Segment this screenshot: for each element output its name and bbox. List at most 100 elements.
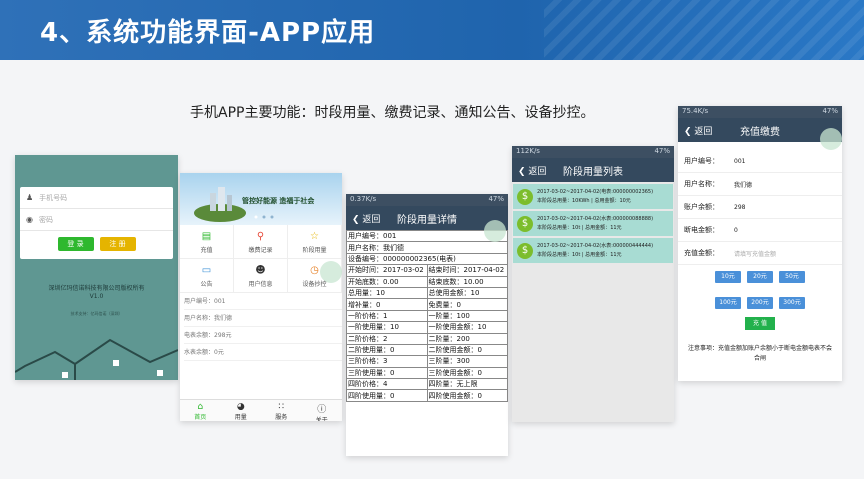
tab-bar: ⌂ 首页 ◕ 用量 ∷ 服务 ⓘ 关于 <box>180 399 342 421</box>
grid-item-stage-usage[interactable]: ☆ 阶段用量 <box>288 225 342 259</box>
table-cell: 一阶使用量：10 <box>346 321 428 334</box>
version-text: V1.0 <box>89 293 104 300</box>
amount-10-button[interactable]: 10元 <box>715 271 741 283</box>
notice-text: 注意事项：充值金额加账户余额小于断电金额电表不会合闸 <box>688 345 833 362</box>
home-banner: 管控好能源 造福于社会 <box>180 173 342 225</box>
amount-options-row-2: 100元 200元 300元 <box>678 297 842 309</box>
table-cell: 总用量：10 <box>346 286 428 300</box>
tab-home[interactable]: ⌂ 首页 <box>180 400 221 421</box>
table-cell: 增补量：0 <box>346 298 428 311</box>
slide-title: 4、系统功能界面-APP应用 <box>40 18 376 48</box>
login-screen: ♟ 手机号码 ◉ 密码 登 录 注 册 深圳亿玛信诺科技有限公司版权所有 V1.… <box>15 155 178 380</box>
table-cell: 三阶价格：3 <box>346 355 428 368</box>
amount-50-button[interactable]: 50元 <box>779 271 805 283</box>
search-icon: ⚲ <box>256 231 265 242</box>
phone-field[interactable]: ♟ 手机号码 <box>20 187 173 209</box>
table-row: 四阶使用量：0 四阶使用金额：0 <box>346 389 508 402</box>
password-field[interactable]: ◉ 密码 <box>20 209 173 231</box>
slide-header: 4、系统功能界面-APP应用 <box>0 0 864 60</box>
usage-detail-table: 用户编号：001 用户名称：我们德 设备编号：000000002365(电表) 开始时… <box>346 229 508 402</box>
table-cell: 开始底数：0.00 <box>346 275 428 288</box>
chart-icon: ◕ <box>236 402 245 412</box>
login-button[interactable]: 登 录 <box>57 237 94 251</box>
grid-item-user-info[interactable]: ☻ 用户信息 <box>234 259 288 293</box>
table-row: 三阶使用量：0 三阶使用金额：0 <box>346 366 508 380</box>
back-button[interactable]: ❮ 返回 <box>352 212 380 225</box>
user-no-text: 用户编号：001 <box>184 293 342 310</box>
copyright-text: 深圳亿玛信诺科技有限公司版权所有 <box>48 285 145 292</box>
chevron-left-icon: ❮ <box>518 166 526 177</box>
table-cell: 二阶价格：2 <box>346 332 428 345</box>
amount-options-row-1: 10元 20元 50元 <box>678 271 842 283</box>
table-row: 四阶价格：4 四阶量：无上限 <box>346 378 508 391</box>
amount-300-button[interactable]: 300元 <box>779 297 805 309</box>
grid-item-notice[interactable]: ▭ 公告 <box>180 259 234 293</box>
houses-illustration <box>15 338 178 380</box>
chevron-left-icon: ❮ <box>352 214 360 225</box>
table-cell: 一阶价格：1 <box>346 309 428 323</box>
amount-200-button[interactable]: 200元 <box>747 297 773 309</box>
list-item[interactable]: $ 2017-03-02~2017-04-02(水表:000000444444)… <box>513 238 673 263</box>
user-icon: ☻ <box>255 265 266 276</box>
grid-icon: ∷ <box>278 402 285 412</box>
amount-input[interactable]: 请填写充值金额 <box>734 249 776 258</box>
user-no-row: 用户编号： 001 <box>678 150 842 173</box>
login-form: ♟ 手机号码 ◉ 密码 登 录 注 册 <box>20 187 173 259</box>
table-row: 一阶价格：1 一阶量：100 <box>346 309 508 323</box>
table-row: 设备编号：000000002365(电表) <box>346 252 508 266</box>
table-cell: 总使用金额：10 <box>426 286 508 300</box>
electric-balance-text: 电表余额：298元 <box>184 327 342 344</box>
back-button[interactable]: ❮ 返回 <box>518 164 546 177</box>
user-name-row: 用户名称： 我们德 <box>678 173 842 196</box>
grid-item-payment-records[interactable]: ⚲ 缴费记录 <box>234 225 288 259</box>
cut-amount-row: 断电金额： 0 <box>678 219 842 242</box>
water-balance-text: 水表余额：0元 <box>184 344 342 361</box>
tab-about[interactable]: ⓘ 关于 <box>302 400 343 421</box>
recharge-button[interactable]: 充 值 <box>745 317 775 330</box>
support-text: 技术支持：亿玛信诺（深圳） <box>70 311 123 316</box>
home-screen: 管控好能源 造福于社会 ▤ 充值 ⚲ 缴费记录 ☆ 阶段用量 ▭ 公告 ☻ 用户信息 ◷ 设… <box>180 173 342 421</box>
table-row: 一阶使用量：10 一阶使用金额：10 <box>346 321 508 334</box>
nav-bar: ❮ 返回 充值缴费 <box>678 118 842 142</box>
table-row: 总用量：10 总使用金额：10 <box>346 286 508 300</box>
home-icon: ⌂ <box>197 402 204 412</box>
table-row: 用户名称：我们德 <box>346 241 508 254</box>
table-cell: 三阶使用量：0 <box>346 366 428 380</box>
table-cell: 用户名称：我们德 <box>346 241 508 254</box>
table-cell: 开始时间：2017-03-02 <box>346 264 428 277</box>
tab-usage[interactable]: ◕ 用量 <box>221 400 262 421</box>
star-icon: ☆ <box>310 231 319 242</box>
banner-slogan: 管控好能源 造福于社会 <box>242 197 315 205</box>
balance-row: 账户余额： 298 <box>678 196 842 219</box>
info-icon: ⓘ <box>317 405 327 415</box>
table-cell: 结束时间：2017-04-02 <box>426 264 508 277</box>
user-name-text: 用户名称：我们德 <box>184 310 342 327</box>
register-button[interactable]: 注 册 <box>99 237 136 251</box>
amount-100-button[interactable]: 100元 <box>715 297 741 309</box>
back-button[interactable]: ❮ 返回 <box>684 124 712 137</box>
status-bar: 75.4K/s 47% <box>678 106 842 118</box>
status-bar: 0.37K/s 47% <box>346 194 508 206</box>
list-item[interactable]: $ 2017-03-02~2017-04-02(电表:000000002365)… <box>513 184 673 209</box>
table-cell: 四阶使用金额：0 <box>426 389 508 402</box>
cart-icon: ▤ <box>201 231 212 242</box>
grid-item-recharge[interactable]: ▤ 充值 <box>180 225 234 259</box>
amount-20-button[interactable]: 20元 <box>747 271 773 283</box>
dollar-icon: $ <box>517 242 533 259</box>
table-cell: 二阶使用量：0 <box>346 343 428 357</box>
table-cell: 免费量：0 <box>426 298 508 311</box>
chevron-left-icon: ❮ <box>684 126 692 137</box>
nav-bar: ❮ 返回 阶段用量列表 <box>512 158 674 182</box>
usage-list-screen: 112K/s 47% ❮ 返回 阶段用量列表 $ 2017-03-02~2017… <box>512 146 674 422</box>
user-icon: ♟ <box>26 193 34 202</box>
list-item[interactable]: $ 2017-03-02~2017-04-02(水表:000000088888)… <box>513 211 673 236</box>
recharge-screen: 75.4K/s 47% ❮ 返回 充值缴费 用户编号： 001 用户名称： 我们德 … <box>678 106 842 381</box>
status-bar: 112K/s 47% <box>512 146 674 158</box>
table-row: 开始底数：0.00 结束底数：10.00 <box>346 275 508 288</box>
amount-input-row[interactable]: 充值金额： 请填写充值金额 <box>678 242 842 265</box>
message-icon: ▭ <box>201 265 212 276</box>
tab-service[interactable]: ∷ 服务 <box>261 400 302 421</box>
function-grid: ▤ 充值 ⚲ 缴费记录 ☆ 阶段用量 ▭ 公告 ☻ 用户信息 ◷ 设备抄控 <box>180 225 342 293</box>
table-row: 二阶使用量：0 二阶使用金额：0 <box>346 343 508 357</box>
table-cell: 设备编号：000000002365(电表) <box>346 252 508 266</box>
